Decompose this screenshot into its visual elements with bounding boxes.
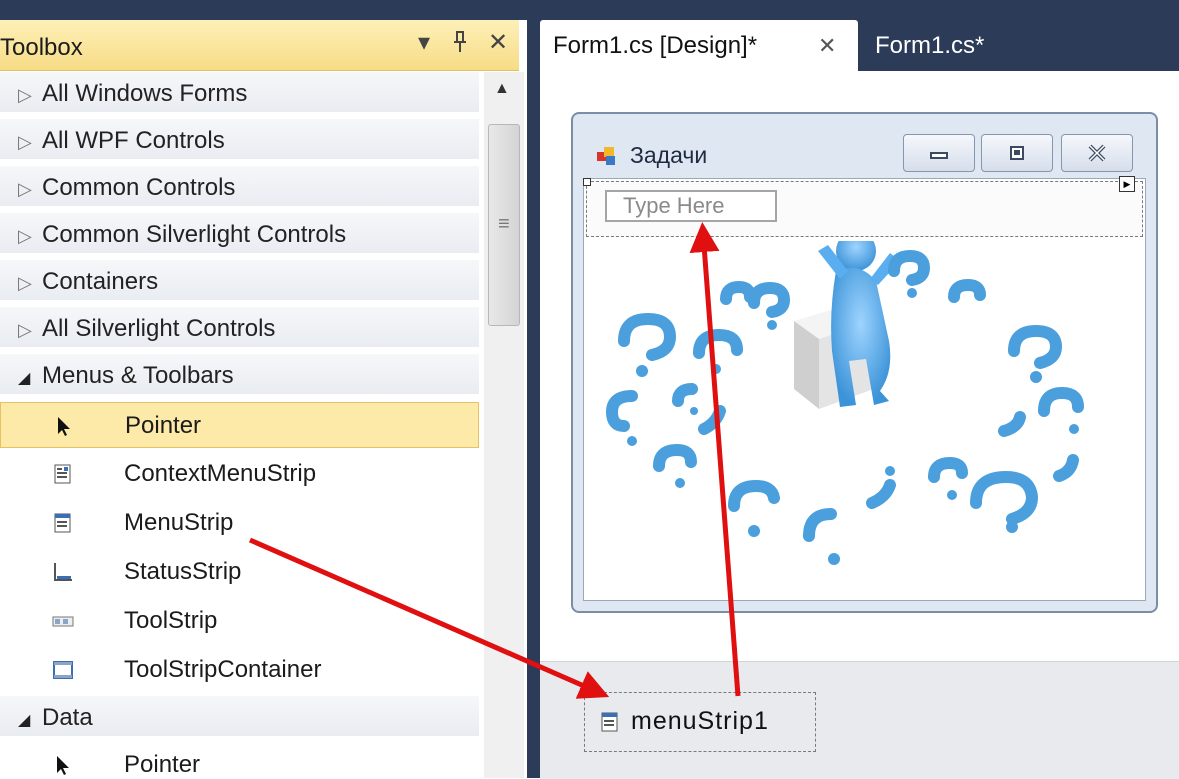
dropdown-icon[interactable]: ▾ (418, 28, 430, 58)
selection-handle[interactable] (580, 688, 589, 697)
tool-item-toolstrip[interactable]: ToolStrip (0, 598, 479, 644)
tool-item-label: ToolStripContainer (124, 656, 322, 683)
collapsed-arrow-icon: ▷ (18, 320, 32, 340)
pointer-icon (57, 756, 69, 775)
toolbox-scrollbar[interactable]: ▲ ≡ (484, 72, 524, 778)
tool-item-label: MenuStrip (124, 509, 234, 536)
tool-item-label: ContextMenuStrip (124, 460, 317, 487)
collapsed-arrow-icon: ▷ (18, 179, 32, 199)
expanded-arrow-icon: ◢ (18, 712, 31, 729)
collapsed-arrow-icon: ▷ (18, 226, 32, 246)
category-containers[interactable]: ▷ Containers (0, 260, 479, 302)
tab-form1-code[interactable]: Form1.cs* (862, 20, 1062, 71)
tab-label: Form1.cs [Design]* (553, 32, 758, 59)
category-label: Menus & Toolbars (42, 362, 234, 389)
menu-strip-icon (54, 513, 71, 533)
tray-component-label: menuStrip1 (631, 707, 769, 735)
category-common-controls[interactable]: ▷ Common Controls (0, 166, 479, 208)
category-all-windows-forms[interactable]: ▷ All Windows Forms (0, 72, 479, 114)
form-client-area[interactable]: ▶ Type Here (583, 176, 1146, 601)
tool-item-pointer[interactable]: Pointer (0, 402, 479, 448)
pin-icon[interactable] (452, 28, 468, 62)
expanded-arrow-icon: ◢ (18, 370, 31, 387)
category-label: All Silverlight Controls (42, 315, 276, 342)
tool-strip-container-icon (53, 661, 73, 679)
category-label: Containers (42, 268, 159, 295)
smart-tag-icon[interactable]: ▶ (1119, 176, 1135, 192)
toolbox-list: ▷ All Windows Forms ▷ All WPF Controls ▷ Co… (0, 72, 483, 778)
category-all-wpf-controls[interactable]: ▷ All WPF Controls (0, 119, 479, 161)
tool-item-toolstripcontainer[interactable]: ToolStripContainer (0, 647, 479, 693)
collapsed-arrow-icon: ▷ (18, 132, 32, 152)
form-close-button[interactable] (1061, 134, 1133, 172)
toolbox-header: Toolbox ▾ ✕ (0, 20, 519, 71)
form-maximize-button[interactable] (981, 134, 1053, 172)
tool-item-contextmenustrip[interactable]: ContextMenuStrip (0, 451, 479, 497)
tool-item-pointer-data[interactable]: Pointer (0, 742, 479, 778)
pointer-icon (58, 417, 70, 436)
close-icon (1086, 143, 1108, 168)
category-label: Data (42, 704, 93, 731)
design-surface: Задачи ▶ Type Here menuStrip1 (540, 71, 1179, 779)
form-minimize-button[interactable] (903, 134, 975, 172)
tool-item-label: Pointer (125, 412, 202, 439)
category-menus-toolbars[interactable]: ◢ Menus & Toolbars (0, 354, 479, 396)
category-label: Common Silverlight Controls (42, 221, 347, 248)
tab-close-icon[interactable]: ✕ (818, 20, 836, 72)
tab-form1-design[interactable]: Form1.cs [Design]* ✕ (540, 20, 858, 71)
collapsed-arrow-icon: ▷ (18, 273, 32, 293)
editor-area: Form1.cs [Design]* ✕ Form1.cs* Задачи ▶ … (527, 0, 1179, 779)
form-title: Задачи (630, 142, 708, 168)
category-common-silverlight-controls[interactable]: ▷ Common Silverlight Controls (0, 213, 479, 255)
selection-handle[interactable] (583, 178, 591, 186)
type-here-input[interactable]: Type Here (605, 190, 777, 222)
scroll-thumb[interactable]: ≡ (488, 124, 520, 326)
close-icon[interactable]: ✕ (488, 28, 508, 58)
ide-top-strip (0, 0, 527, 20)
tool-item-statusstrip[interactable]: StatusStrip (0, 549, 479, 595)
minimize-icon (929, 141, 949, 166)
menustrip-bar[interactable]: ▶ Type Here (583, 176, 1143, 237)
form-app-icon (597, 147, 615, 165)
category-label: Common Controls (42, 174, 236, 201)
scroll-up-icon[interactable]: ▲ (494, 80, 510, 98)
tool-item-label: StatusStrip (124, 558, 242, 585)
status-strip-icon (54, 563, 72, 581)
tool-item-label: ToolStrip (124, 607, 218, 634)
collapsed-arrow-icon: ▷ (18, 85, 32, 105)
context-menu-strip-icon (54, 464, 71, 484)
tool-item-menustrip[interactable]: MenuStrip (0, 500, 479, 546)
grip-icon: ≡ (498, 213, 510, 235)
tray-component-menustrip1[interactable]: menuStrip1 (580, 688, 816, 752)
category-label: All WPF Controls (42, 127, 225, 154)
tool-item-label: Pointer (124, 751, 201, 778)
tool-strip-icon (52, 616, 74, 627)
menu-strip-icon (601, 712, 618, 732)
thinking-person-question-marks-image (605, 241, 1084, 565)
category-all-silverlight-controls[interactable]: ▷ All Silverlight Controls (0, 307, 479, 349)
form-window[interactable]: Задачи ▶ Type Here (571, 112, 1158, 613)
toolbox-title: Toolbox (0, 34, 83, 61)
toolbox-panel: Toolbox ▾ ✕ ▷ All Windows Forms ▷ All WPF … (0, 0, 527, 778)
category-data[interactable]: ◢ Data (0, 696, 479, 738)
tab-label: Form1.cs* (875, 32, 985, 59)
category-label: All Windows Forms (42, 80, 248, 107)
maximize-icon (1009, 141, 1025, 166)
